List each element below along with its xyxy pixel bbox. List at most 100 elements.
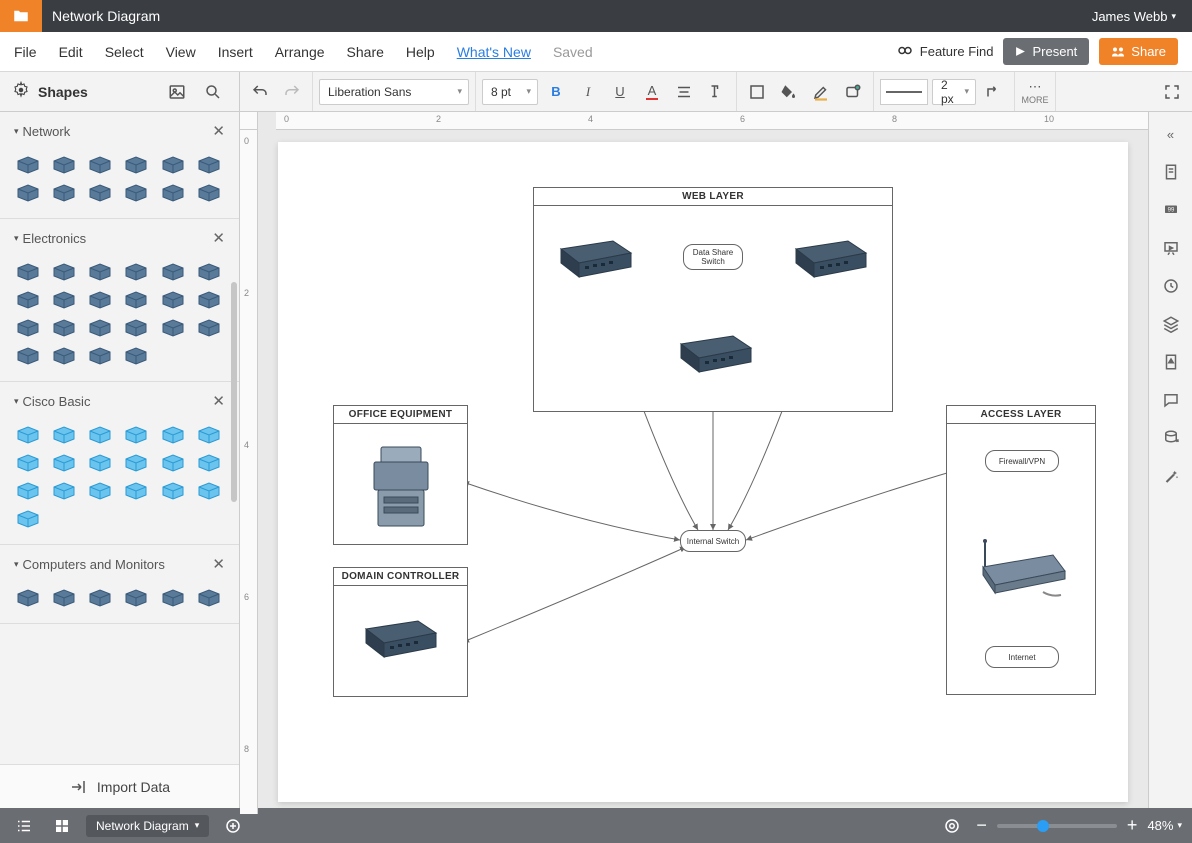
menu-view[interactable]: View	[166, 44, 196, 60]
target-icon[interactable]	[938, 812, 966, 840]
shape-item[interactable]	[195, 154, 223, 176]
more-icon[interactable]: ⋯	[1021, 79, 1049, 95]
shape-style-icon[interactable]	[839, 78, 867, 106]
shape-item[interactable]	[86, 289, 114, 311]
menu-share[interactable]: Share	[347, 44, 384, 60]
shape-item[interactable]	[195, 289, 223, 311]
shape-item[interactable]	[159, 480, 187, 502]
shape-item[interactable]	[159, 587, 187, 609]
collapse-panel-icon[interactable]: «	[1155, 118, 1187, 150]
shape-item[interactable]	[122, 587, 150, 609]
copier-device[interactable]	[366, 442, 436, 535]
grid-view-icon[interactable]	[48, 812, 76, 840]
internet-label[interactable]: Internet	[985, 646, 1059, 668]
shape-item[interactable]	[86, 182, 114, 204]
text-format-icon[interactable]	[702, 78, 730, 106]
switch-device[interactable]	[358, 617, 443, 665]
shape-item[interactable]	[195, 261, 223, 283]
firewall-vpn-label[interactable]: Firewall/VPN	[985, 450, 1059, 472]
shape-item[interactable]	[50, 587, 78, 609]
document-title[interactable]: Network Diagram	[42, 8, 160, 24]
shape-item[interactable]	[159, 424, 187, 446]
image-icon[interactable]	[163, 78, 191, 106]
present-button[interactable]: Present	[1003, 38, 1089, 65]
shape-item[interactable]	[50, 424, 78, 446]
shape-item[interactable]	[159, 452, 187, 474]
switch-device[interactable]	[788, 237, 873, 285]
shape-item[interactable]	[86, 317, 114, 339]
import-data-button[interactable]: Import Data	[0, 764, 239, 808]
shape-item[interactable]	[14, 289, 42, 311]
switch-device[interactable]	[673, 332, 758, 380]
undo-icon[interactable]	[246, 78, 274, 106]
shape-item[interactable]	[195, 424, 223, 446]
shape-item[interactable]	[50, 345, 78, 367]
shape-item[interactable]	[50, 452, 78, 474]
shape-item[interactable]	[14, 587, 42, 609]
menu-insert[interactable]: Insert	[218, 44, 253, 60]
master-page-icon[interactable]	[1155, 346, 1187, 378]
presentation-icon[interactable]	[1155, 232, 1187, 264]
shape-item[interactable]	[14, 154, 42, 176]
shape-item[interactable]	[14, 261, 42, 283]
fullscreen-icon[interactable]	[1158, 78, 1186, 106]
shape-item[interactable]	[195, 452, 223, 474]
shape-item[interactable]	[50, 154, 78, 176]
shape-item[interactable]	[86, 424, 114, 446]
page-tab[interactable]: Network Diagram▾	[86, 815, 209, 837]
data-share-switch-label[interactable]: Data Share Switch	[683, 244, 743, 270]
user-menu[interactable]: James Webb▾	[1092, 9, 1192, 24]
shape-item[interactable]	[86, 345, 114, 367]
shape-item[interactable]	[122, 182, 150, 204]
shape-item[interactable]	[122, 154, 150, 176]
shape-item[interactable]	[195, 587, 223, 609]
menu-help[interactable]: Help	[406, 44, 435, 60]
close-icon[interactable]: ✕	[212, 392, 225, 410]
shape-item[interactable]	[159, 182, 187, 204]
menu-edit[interactable]: Edit	[59, 44, 83, 60]
search-icon[interactable]	[199, 78, 227, 106]
zoom-slider[interactable]	[997, 824, 1117, 828]
shape-item[interactable]	[86, 261, 114, 283]
gear-icon[interactable]	[12, 81, 30, 102]
canvas-page[interactable]: WEB LAYER Data Share Switch	[278, 142, 1128, 802]
shape-item[interactable]	[122, 480, 150, 502]
shape-item[interactable]	[14, 452, 42, 474]
stroke-width-select[interactable]: 2 px	[932, 79, 976, 105]
connector-icon[interactable]	[980, 78, 1008, 106]
shape-item[interactable]	[50, 289, 78, 311]
internal-switch-label[interactable]: Internal Switch	[680, 530, 746, 552]
shape-category-header[interactable]: ▾Electronics ✕	[0, 219, 239, 257]
data-icon[interactable]	[1155, 422, 1187, 454]
shape-item[interactable]	[122, 424, 150, 446]
shape-item[interactable]	[122, 261, 150, 283]
router-device[interactable]	[973, 537, 1069, 605]
line-style[interactable]	[880, 79, 928, 105]
font-select[interactable]: Liberation Sans	[319, 79, 469, 105]
layers-icon[interactable]	[1155, 308, 1187, 340]
shape-item[interactable]	[86, 154, 114, 176]
switch-device[interactable]	[553, 237, 638, 285]
share-button[interactable]: Share	[1099, 38, 1178, 65]
shape-item[interactable]	[122, 452, 150, 474]
close-icon[interactable]: ✕	[212, 229, 225, 247]
menu-select[interactable]: Select	[105, 44, 144, 60]
magic-icon[interactable]	[1155, 460, 1187, 492]
shape-item[interactable]	[86, 452, 114, 474]
shape-item[interactable]	[159, 261, 187, 283]
shape-item[interactable]	[14, 345, 42, 367]
close-icon[interactable]: ✕	[212, 555, 225, 573]
italic-icon[interactable]: I	[574, 78, 602, 106]
page-settings-icon[interactable]	[1155, 156, 1187, 188]
text-color-icon[interactable]: A	[638, 78, 666, 106]
add-page-icon[interactable]	[219, 812, 247, 840]
menu-arrange[interactable]: Arrange	[275, 44, 325, 60]
shape-item[interactable]	[14, 424, 42, 446]
menu-file[interactable]: File	[14, 44, 37, 60]
shape-item[interactable]	[14, 182, 42, 204]
shape-item[interactable]	[50, 261, 78, 283]
comments-icon[interactable]: 99	[1155, 194, 1187, 226]
shape-item[interactable]	[195, 480, 223, 502]
shape-item[interactable]	[195, 317, 223, 339]
shape-item[interactable]	[195, 182, 223, 204]
